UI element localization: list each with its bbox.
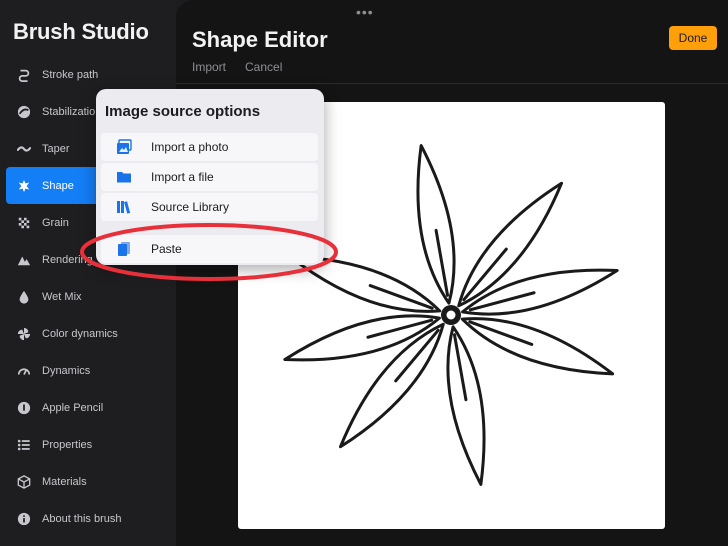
sidebar-item-label: Properties (42, 438, 93, 451)
apple-pencil-icon (16, 400, 32, 416)
taper-icon (16, 141, 32, 157)
sidebar-item-about[interactable]: About this brush (6, 500, 176, 537)
import-tab[interactable]: Import (192, 60, 226, 74)
option-label: Import a photo (151, 140, 229, 154)
import-file-option[interactable]: Import a file (101, 163, 318, 191)
sidebar-item-wet-mix[interactable]: Wet Mix (6, 278, 176, 315)
paste-option[interactable]: Paste (101, 235, 318, 263)
library-icon (113, 199, 135, 215)
sidebar-item-properties[interactable]: Properties (6, 426, 176, 463)
sidebar-item-apple-pencil[interactable]: Apple Pencil (6, 389, 176, 426)
app-title: Brush Studio (13, 19, 149, 44)
grain-icon (16, 215, 32, 231)
sheet-grabber[interactable]: ••• (356, 4, 374, 20)
sidebar-item-label: Rendering (42, 253, 93, 266)
info-icon (16, 511, 32, 527)
flower-petal (283, 314, 441, 362)
sidebar-item-label: Shape (42, 179, 74, 192)
sidebar-item-label: Materials (42, 475, 87, 488)
sidebar-item-label: Apple Pencil (42, 401, 104, 414)
source-library-option[interactable]: Source Library (101, 193, 318, 221)
materials-icon (16, 474, 32, 490)
shape-editor-panel: ••• Shape Editor Import Cancel Done (176, 0, 728, 546)
wet-mix-icon (16, 289, 32, 305)
sidebar-item-color-dynamics[interactable]: Color dynamics (6, 315, 176, 352)
header-divider (176, 83, 728, 84)
shape-icon (16, 178, 32, 194)
cancel-tab[interactable]: Cancel (245, 60, 282, 74)
flower-petal (446, 325, 486, 486)
stroke-path-icon (16, 67, 32, 83)
option-label: Paste (151, 242, 182, 256)
stabilization-icon (16, 104, 32, 120)
folder-icon (113, 169, 135, 185)
image-source-popover: Image source options Import a photo Impo… (96, 89, 324, 265)
paste-icon (113, 241, 135, 257)
option-label: Import a file (151, 170, 214, 184)
import-photo-option[interactable]: Import a photo (101, 133, 318, 161)
sidebar-item-stroke-path[interactable]: Stroke path (6, 56, 176, 93)
sidebar-item-dynamics[interactable]: Dynamics (6, 352, 176, 389)
option-label: Source Library (151, 200, 230, 214)
sidebar-item-label: Wet Mix (42, 290, 82, 303)
sidebar-item-label: Taper (42, 142, 70, 155)
sidebar-item-label: Color dynamics (42, 327, 118, 340)
page-title: Shape Editor (192, 27, 328, 52)
properties-icon (16, 437, 32, 453)
flower-petal (461, 268, 619, 316)
photo-icon (113, 139, 135, 155)
sidebar: Brush Studio Stroke path Stabilization T… (0, 0, 176, 546)
sidebar-item-label: Dynamics (42, 364, 91, 377)
dynamics-icon (16, 363, 32, 379)
sidebar-item-label: Grain (42, 216, 69, 229)
sidebar-item-label: Stroke path (42, 68, 99, 81)
rendering-icon (16, 252, 32, 268)
flower-petal (416, 144, 456, 305)
color-dynamics-icon (16, 326, 32, 342)
sidebar-item-label: About this brush (42, 512, 122, 525)
sidebar-item-label: Stabilization (42, 105, 102, 118)
done-button[interactable]: Done (669, 26, 717, 50)
popover-title: Image source options (105, 103, 261, 120)
sidebar-item-materials[interactable]: Materials (6, 463, 176, 500)
